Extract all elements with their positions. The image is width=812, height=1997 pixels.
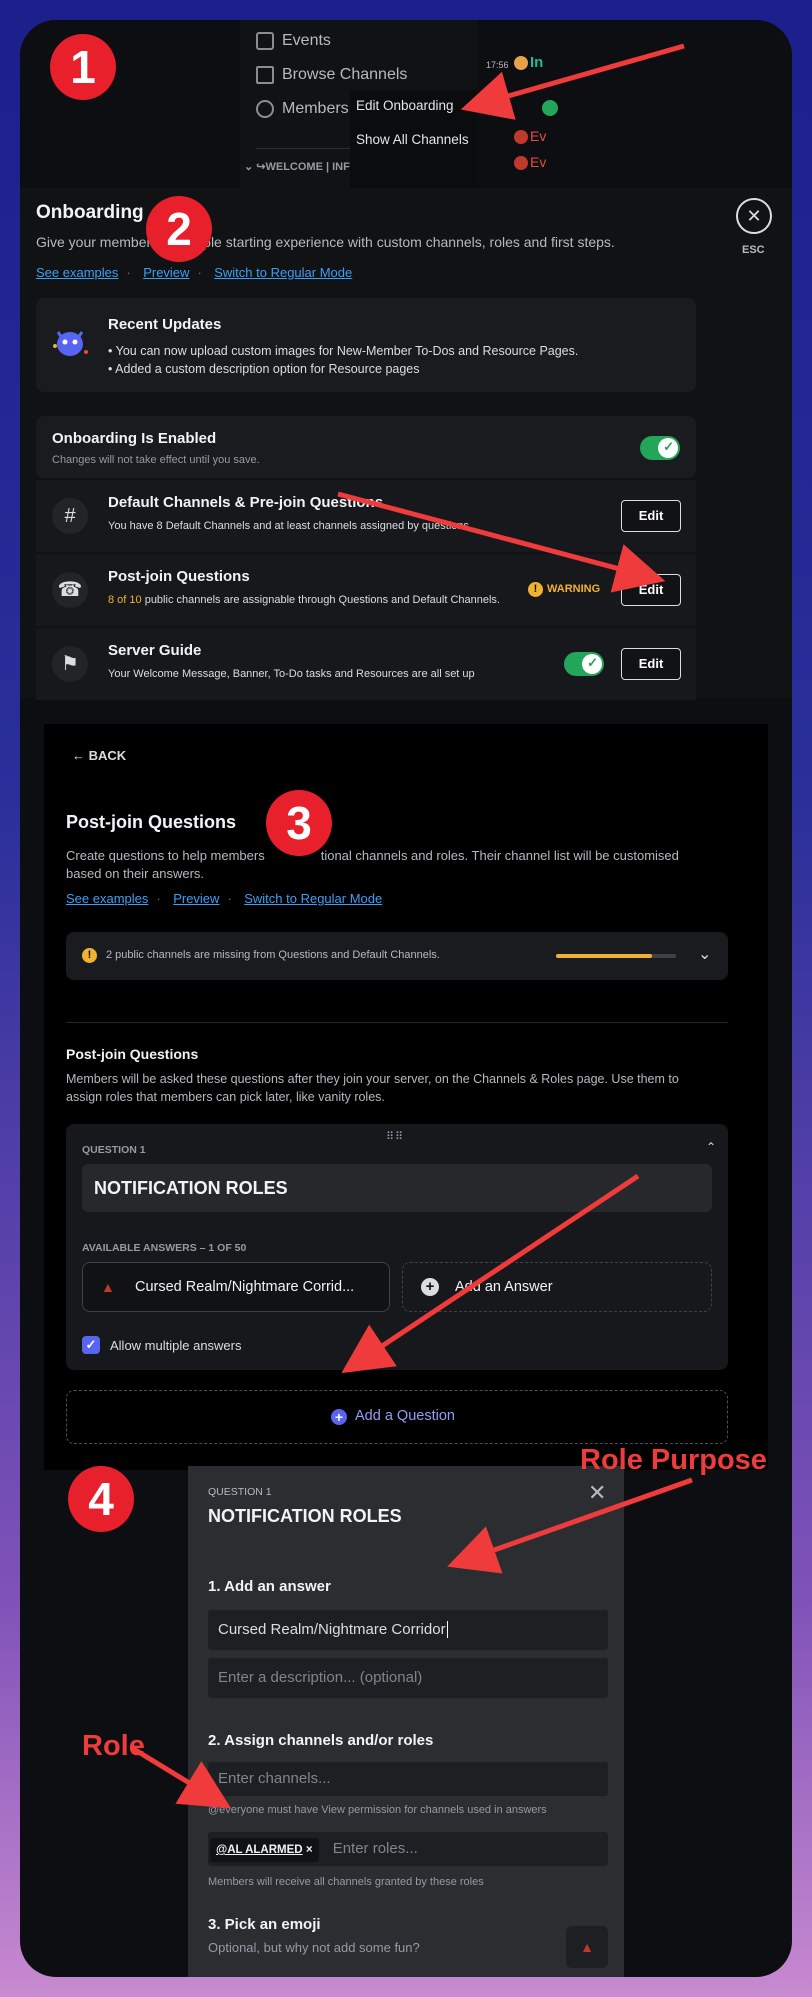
arrow <box>447 1477 693 1574</box>
annotation-arrows <box>130 43 693 1809</box>
arrow <box>460 43 685 120</box>
arrow <box>341 1173 640 1374</box>
arrow <box>337 491 666 593</box>
screenshot-frame: Events Browse Channels Members ⌄ ↪WELCOM… <box>20 20 792 1977</box>
arrow <box>130 1745 232 1809</box>
